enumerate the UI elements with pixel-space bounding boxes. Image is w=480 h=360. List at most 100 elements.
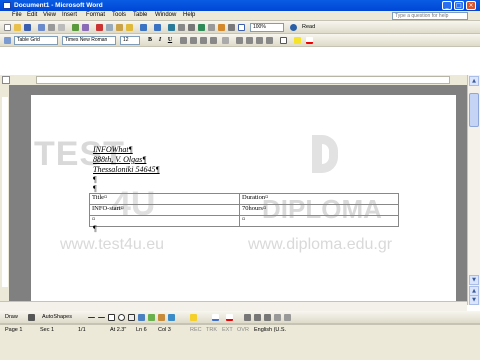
tables-borders-icon[interactable] [178, 24, 185, 31]
wordart-icon[interactable] [138, 314, 145, 321]
table-cell[interactable]: 70hours¤ [239, 204, 399, 216]
rectangle-icon[interactable] [108, 314, 115, 321]
hyperlink-icon[interactable] [168, 24, 175, 31]
line-icon[interactable] [88, 317, 95, 318]
vertical-scrollbar[interactable]: ▲ ▼ ▲ ▼ [467, 75, 480, 305]
underline-button[interactable]: U [166, 36, 174, 45]
menu-file[interactable]: File [12, 12, 22, 18]
menu-edit[interactable]: Edit [27, 12, 37, 18]
show-hide-icon[interactable] [238, 24, 245, 31]
align-center-icon[interactable] [190, 37, 197, 44]
autoshapes-button[interactable]: AutoShapes [42, 314, 72, 320]
line-color-icon[interactable] [212, 314, 219, 321]
maximize-button[interactable]: □ [454, 1, 464, 10]
vertical-ruler[interactable] [0, 85, 9, 301]
insert-table-icon[interactable] [188, 24, 195, 31]
open-folder-icon[interactable] [14, 24, 21, 31]
picture-icon[interactable] [168, 314, 175, 321]
menu-format[interactable]: Format [86, 12, 105, 18]
permission-icon[interactable] [38, 24, 45, 31]
new-document-icon[interactable] [4, 24, 11, 31]
status-section: Sec 1 [40, 327, 55, 333]
scroll-up-icon[interactable]: ▲ [469, 76, 479, 86]
table-cell[interactable]: ¤ [239, 215, 399, 227]
diagram-icon[interactable] [148, 314, 155, 321]
document-map-icon[interactable] [228, 24, 235, 31]
arrow-style-icon[interactable] [264, 314, 271, 321]
table-cell[interactable]: Duration¤ [239, 193, 399, 205]
document-table[interactable]: Title¤ Duration¤ INFO-start¤ 70hours¤ ¤ … [89, 193, 399, 227]
shadow-icon[interactable] [274, 314, 281, 321]
arrow-icon[interactable] [98, 317, 105, 318]
insert-excel-icon[interactable] [198, 24, 205, 31]
drawing-icon[interactable] [218, 24, 225, 31]
menu-window[interactable]: Window [155, 12, 176, 18]
line-spacing-icon[interactable] [222, 37, 229, 44]
decrease-indent-icon[interactable] [256, 37, 263, 44]
scroll-thumb[interactable] [469, 93, 479, 127]
menu-help[interactable]: Help [183, 12, 195, 18]
save-icon[interactable] [24, 24, 31, 31]
scroll-down-icon[interactable]: ▼ [469, 275, 479, 285]
numbering-icon[interactable] [236, 37, 243, 44]
font-color-icon[interactable] [306, 37, 313, 44]
line-style-icon[interactable] [244, 314, 251, 321]
menu-tools[interactable]: Tools [112, 12, 126, 18]
dash-style-icon[interactable] [254, 314, 261, 321]
spelling-icon[interactable] [72, 24, 79, 31]
align-left-icon[interactable] [180, 37, 187, 44]
paste-icon[interactable] [116, 24, 123, 31]
font-size-select[interactable]: 12 [120, 36, 140, 45]
status-trk[interactable]: TRK [206, 327, 217, 333]
zoom-select[interactable]: 100% [250, 23, 284, 32]
minimize-button[interactable]: _ [442, 1, 452, 10]
draw-menu-button[interactable]: Draw [5, 314, 18, 320]
print-preview-icon[interactable] [58, 24, 65, 31]
justify-icon[interactable] [210, 37, 217, 44]
status-ext[interactable]: EXT [222, 327, 233, 333]
read-button[interactable]: Read [302, 24, 315, 30]
3d-icon[interactable] [284, 314, 291, 321]
oval-icon[interactable] [118, 314, 125, 321]
draw-font-color-icon[interactable] [226, 314, 233, 321]
print-icon[interactable] [48, 24, 55, 31]
horizontal-ruler[interactable] [0, 75, 480, 85]
fill-color-icon[interactable] [190, 314, 197, 321]
help-icon[interactable] [290, 24, 297, 31]
table-cell[interactable]: INFO-start¤ [89, 204, 240, 216]
redo-icon[interactable] [154, 24, 161, 31]
horizontal-scrollbar[interactable] [0, 301, 467, 311]
bullets-icon[interactable] [246, 37, 253, 44]
border-icon[interactable] [280, 37, 287, 44]
clipart-icon[interactable] [158, 314, 165, 321]
select-objects-icon[interactable] [28, 314, 35, 321]
align-right-icon[interactable] [200, 37, 207, 44]
menu-insert[interactable]: Insert [62, 12, 77, 18]
styles-formatting-icon[interactable] [4, 37, 11, 44]
format-painter-icon[interactable] [126, 24, 133, 31]
menu-table[interactable]: Table [133, 12, 147, 18]
table-cell[interactable]: Title¤ [89, 193, 240, 205]
cut-icon[interactable] [96, 24, 103, 31]
word-app-icon[interactable] [3, 2, 11, 9]
close-button[interactable]: × [466, 1, 476, 10]
tab-selector[interactable] [2, 76, 10, 84]
table-cell[interactable]: ¤ [89, 215, 240, 227]
copy-icon[interactable] [106, 24, 113, 31]
text-box-icon[interactable] [128, 314, 135, 321]
increase-indent-icon[interactable] [266, 37, 273, 44]
style-select[interactable]: Table Grid [14, 36, 58, 45]
font-select[interactable]: Times New Roman [62, 36, 116, 45]
status-ovr[interactable]: OVR [237, 327, 249, 333]
bold-button[interactable]: B [146, 36, 154, 45]
doc-empty-para-2: ¶ [93, 184, 97, 193]
research-icon[interactable] [82, 24, 89, 31]
ask-question-input[interactable]: Type a question for help [392, 12, 468, 20]
highlight-icon[interactable] [294, 37, 301, 44]
columns-icon[interactable] [208, 24, 215, 31]
menu-view[interactable]: View [43, 12, 56, 18]
italic-button[interactable]: I [156, 36, 164, 45]
next-page-icon[interactable]: ▼ [469, 295, 479, 305]
status-rec[interactable]: REC [190, 327, 202, 333]
undo-icon[interactable] [140, 24, 147, 31]
